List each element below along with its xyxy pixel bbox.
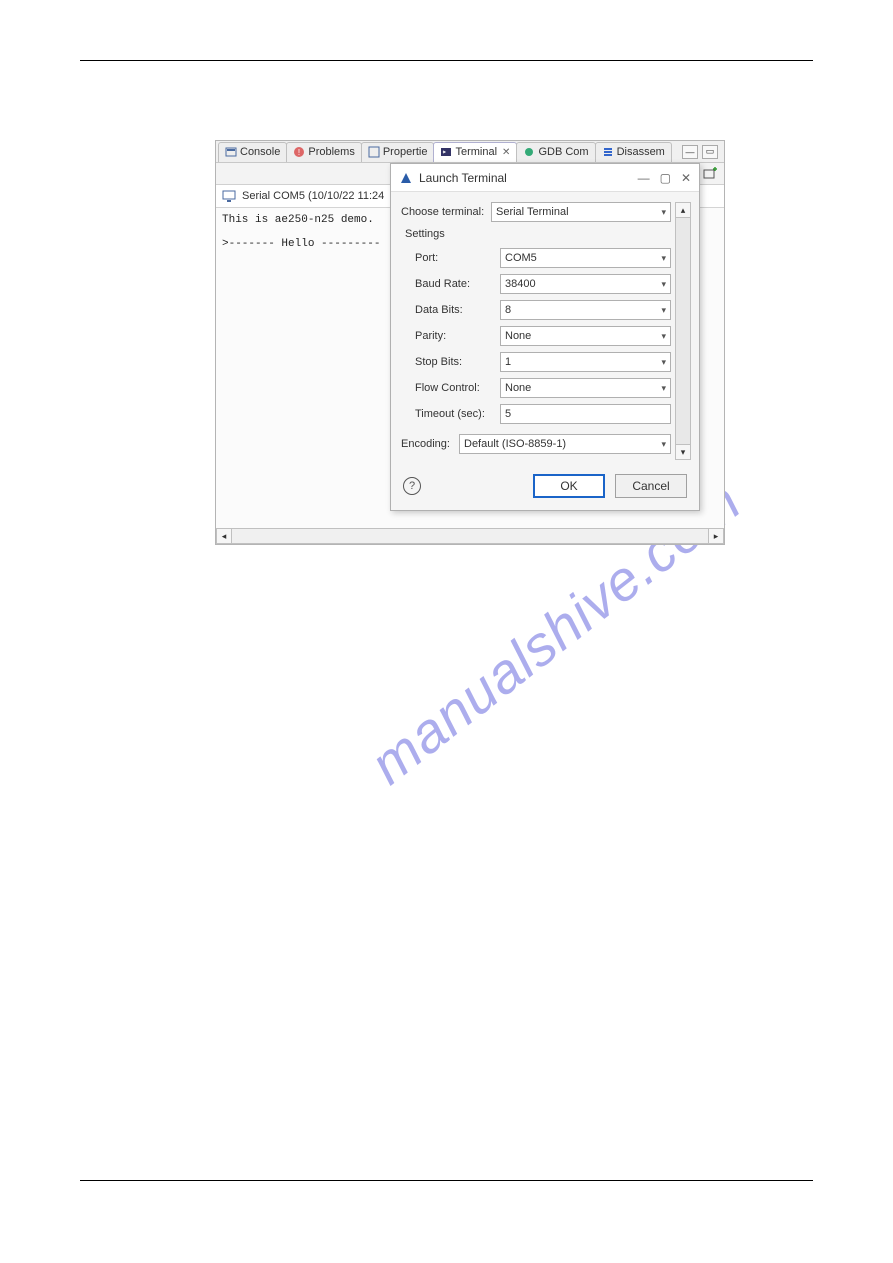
close-icon[interactable]: ✕ [681,171,691,185]
bug-icon [523,146,535,158]
flow-label: Flow Control: [415,382,500,394]
close-icon[interactable]: ✕ [502,147,510,158]
dialog-footer: ? OK Cancel [391,464,699,510]
port-row: Port: COM5 ▾ [415,248,671,268]
chevron-down-icon: ▾ [661,439,666,450]
chevron-down-icon: ▾ [661,279,666,290]
databits-label: Data Bits: [415,304,500,316]
select-value: None [505,382,531,394]
new-terminal-icon[interactable] [702,166,718,182]
encoding-label: Encoding: [401,438,459,450]
tab-problems[interactable]: ! Problems [286,142,361,162]
settings-group: Port: COM5 ▾ Baud Rate: 38400 ▾ Data Bit… [401,248,671,424]
timeout-input[interactable]: 5 [500,404,671,424]
ok-button[interactable]: OK [533,474,605,498]
stopbits-select[interactable]: 1 ▾ [500,352,671,372]
dialog-title: Launch Terminal [419,171,507,185]
svg-text:!: ! [298,148,300,157]
tab-label: Terminal [455,146,497,158]
tab-console[interactable]: Console [218,142,287,162]
monitor-icon [222,189,236,203]
encoding-row: Encoding: Default (ISO-8859-1) ▾ [401,434,671,454]
dialog-titlebar[interactable]: Launch Terminal — ▢ ✕ [391,164,699,192]
maximize-button[interactable]: ▭ [702,145,718,159]
scroll-down-icon[interactable]: ▾ [675,444,691,460]
choose-terminal-row: Choose terminal: Serial Terminal ▾ [401,202,671,222]
tab-properties[interactable]: Propertie [361,142,435,162]
select-value: Serial Terminal [496,206,569,218]
scroll-track[interactable] [232,528,708,544]
panel-winbuttons: — ▭ [682,145,724,159]
scroll-track[interactable] [675,218,691,444]
encoding-select[interactable]: Default (ISO-8859-1) ▾ [459,434,671,454]
stopbits-row: Stop Bits: 1 ▾ [415,352,671,372]
select-value: None [505,330,531,342]
parity-label: Parity: [415,330,500,342]
page-rule-bottom [80,1180,813,1181]
tab-gdb[interactable]: GDB Com [516,142,595,162]
timeout-row: Timeout (sec): 5 [415,404,671,424]
settings-group-label: Settings [405,228,671,240]
tabbar: Console ! Problems Propertie Terminal ✕ … [216,141,724,163]
terminal-title-text: Serial COM5 (10/10/22 11:24 [242,190,384,202]
disassembly-icon [602,146,614,158]
select-value: 38400 [505,278,536,290]
baud-select[interactable]: 38400 ▾ [500,274,671,294]
scroll-right-icon[interactable]: ▸ [708,528,724,544]
launch-terminal-dialog: Launch Terminal — ▢ ✕ Choose terminal: S… [390,163,700,511]
tab-label: Problems [308,146,354,158]
chevron-down-icon: ▾ [661,383,666,394]
help-icon[interactable]: ? [403,477,421,495]
parity-row: Parity: None ▾ [415,326,671,346]
dialog-body: Choose terminal: Serial Terminal ▾ Setti… [391,192,699,464]
choose-terminal-label: Choose terminal: [401,206,491,218]
tab-label: GDB Com [538,146,588,158]
minimize-icon[interactable]: — [638,171,650,185]
databits-row: Data Bits: 8 ▾ [415,300,671,320]
minimize-button[interactable]: — [682,145,698,159]
databits-select[interactable]: 8 ▾ [500,300,671,320]
baud-row: Baud Rate: 38400 ▾ [415,274,671,294]
terminal-line: >------- Hello --------- [222,238,380,250]
tab-disassem[interactable]: Disassem [595,142,672,162]
stopbits-label: Stop Bits: [415,356,500,368]
tab-label: Console [240,146,280,158]
port-label: Port: [415,252,500,264]
select-value: 1 [505,356,511,368]
scroll-left-icon[interactable]: ◂ [216,528,232,544]
parity-select[interactable]: None ▾ [500,326,671,346]
properties-icon [368,146,380,158]
cancel-button[interactable]: Cancel [615,474,687,498]
app-icon [399,171,413,185]
choose-terminal-select[interactable]: Serial Terminal ▾ [491,202,671,222]
dialog-window-controls: — ▢ ✕ [638,171,691,185]
select-value: Default (ISO-8859-1) [464,438,566,450]
scroll-up-icon[interactable]: ▴ [675,202,691,218]
tab-label: Disassem [617,146,665,158]
flow-row: Flow Control: None ▾ [415,378,671,398]
chevron-down-icon: ▾ [661,253,666,264]
terminal-icon [440,146,452,158]
page-rule-top [80,60,813,61]
input-value: 5 [505,408,511,420]
warning-icon: ! [293,146,305,158]
port-select[interactable]: COM5 ▾ [500,248,671,268]
horizontal-scrollbar[interactable]: ◂ ▸ [216,528,724,544]
tab-label: Propertie [383,146,428,158]
chevron-down-icon: ▾ [661,305,666,316]
select-value: COM5 [505,252,537,264]
chevron-down-icon: ▾ [661,207,666,218]
chevron-down-icon: ▾ [661,357,666,368]
terminal-line: This is ae250-n25 demo. [222,214,374,226]
console-icon [225,146,237,158]
maximize-icon[interactable]: ▢ [660,171,671,185]
timeout-label: Timeout (sec): [415,408,500,420]
chevron-down-icon: ▾ [661,331,666,342]
baud-label: Baud Rate: [415,278,500,290]
tab-terminal[interactable]: Terminal ✕ [433,142,517,162]
flow-select[interactable]: None ▾ [500,378,671,398]
dialog-content: Choose terminal: Serial Terminal ▾ Setti… [401,202,671,460]
vertical-scrollbar[interactable]: ▴ ▾ [675,202,691,460]
select-value: 8 [505,304,511,316]
